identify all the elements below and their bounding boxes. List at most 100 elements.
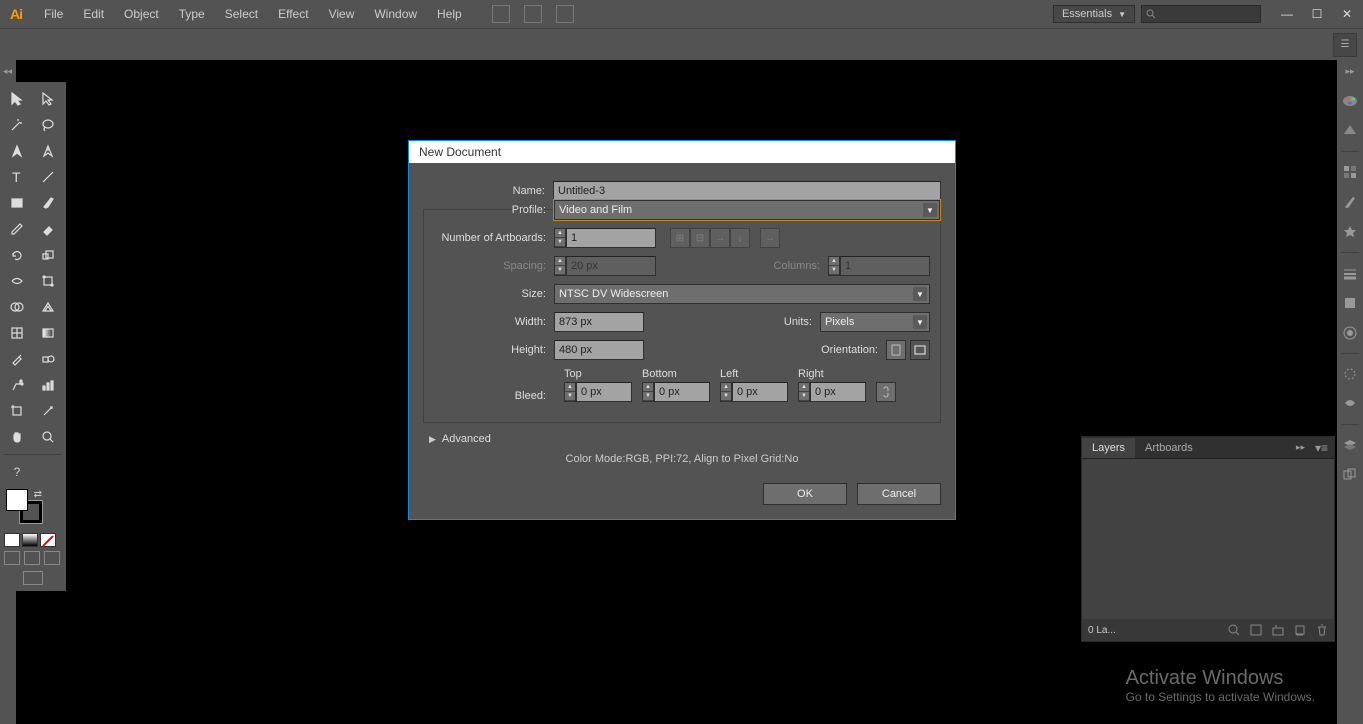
panel-menu-icon[interactable]: ▾≡ bbox=[1309, 441, 1334, 455]
appearance-panel-icon[interactable] bbox=[1340, 323, 1360, 343]
artboards-input[interactable] bbox=[566, 228, 656, 248]
column-graph-tool[interactable] bbox=[35, 374, 61, 396]
bleed-top-stepper[interactable]: ▲▼ bbox=[564, 382, 576, 402]
arrange-row-icon[interactable]: → bbox=[710, 228, 730, 248]
menu-file[interactable]: File bbox=[34, 7, 73, 21]
create-new-layer-icon[interactable] bbox=[1294, 624, 1306, 636]
locate-object-icon[interactable] bbox=[1228, 624, 1240, 636]
gradient-tool[interactable] bbox=[35, 322, 61, 344]
eyedropper-tool[interactable] bbox=[4, 348, 30, 370]
help-tool[interactable]: ? bbox=[4, 461, 30, 483]
eraser-tool[interactable] bbox=[35, 218, 61, 240]
artboards-stepper[interactable]: ▲▼ bbox=[554, 228, 566, 248]
bleed-bottom-input[interactable] bbox=[654, 382, 710, 402]
selection-tool[interactable] bbox=[4, 88, 30, 110]
mesh-tool[interactable] bbox=[4, 322, 30, 344]
spacing-stepper[interactable]: ▲▼ bbox=[554, 256, 566, 276]
advanced-toggle[interactable]: ▶ Advanced bbox=[429, 433, 941, 445]
bleed-right-input[interactable] bbox=[810, 382, 866, 402]
tab-artboards[interactable]: Artboards bbox=[1135, 438, 1203, 458]
tab-layers[interactable]: Layers bbox=[1082, 438, 1135, 458]
window-maximize-button[interactable]: ☐ bbox=[1307, 6, 1327, 22]
brushes-panel-icon[interactable] bbox=[1340, 192, 1360, 212]
control-bar-menu-icon[interactable]: ☰ bbox=[1333, 33, 1357, 57]
magic-wand-tool[interactable] bbox=[4, 114, 30, 136]
create-sublayer-icon[interactable] bbox=[1272, 624, 1284, 636]
menu-effect[interactable]: Effect bbox=[268, 7, 318, 21]
bleed-left-stepper[interactable]: ▲▼ bbox=[720, 382, 732, 402]
window-minimize-button[interactable]: — bbox=[1277, 6, 1297, 22]
ok-button[interactable]: OK bbox=[763, 483, 847, 505]
arrange-col-icon[interactable]: ↓ bbox=[730, 228, 750, 248]
profile-select[interactable]: Video and Film ▼ bbox=[554, 200, 940, 220]
direct-selection-tool[interactable] bbox=[35, 88, 61, 110]
draw-normal-button[interactable] bbox=[4, 551, 20, 565]
gradient-mode-button[interactable] bbox=[22, 533, 38, 547]
bleed-bottom-stepper[interactable]: ▲▼ bbox=[642, 382, 654, 402]
perspective-grid-tool[interactable] bbox=[35, 296, 61, 318]
collapse-dock-icon[interactable]: ◂◂ bbox=[3, 66, 12, 77]
artboard-tool[interactable] bbox=[4, 400, 30, 422]
screen-mode-button[interactable] bbox=[23, 571, 43, 585]
menu-help[interactable]: Help bbox=[427, 7, 472, 21]
link-bleed-icon[interactable] bbox=[876, 382, 896, 402]
sync-settings-icon[interactable] bbox=[556, 5, 574, 23]
line-segment-tool[interactable] bbox=[35, 166, 61, 188]
grid-by-row-icon[interactable]: ⊞ bbox=[670, 228, 690, 248]
columns-stepper[interactable]: ▲▼ bbox=[828, 256, 840, 276]
bleed-left-input[interactable] bbox=[732, 382, 788, 402]
rtl-icon[interactable]: → bbox=[760, 228, 780, 248]
swap-fill-stroke-icon[interactable]: ⇄ bbox=[34, 489, 42, 500]
menu-object[interactable]: Object bbox=[114, 7, 169, 21]
curvature-tool[interactable] bbox=[35, 140, 61, 162]
draw-inside-button[interactable] bbox=[44, 551, 60, 565]
blend-tool[interactable] bbox=[35, 348, 61, 370]
menu-select[interactable]: Select bbox=[215, 7, 268, 21]
width-input[interactable] bbox=[554, 312, 644, 332]
make-clipping-mask-icon[interactable] bbox=[1250, 624, 1262, 636]
units-select[interactable]: Pixels ▼ bbox=[820, 312, 930, 332]
width-tool[interactable] bbox=[4, 270, 30, 292]
pen-tool[interactable] bbox=[4, 140, 30, 162]
lasso-tool[interactable] bbox=[35, 114, 61, 136]
bleed-right-stepper[interactable]: ▲▼ bbox=[798, 382, 810, 402]
size-select[interactable]: NTSC DV Widescreen ▼ bbox=[554, 284, 930, 304]
fill-stroke-swatch[interactable]: ⇄ bbox=[6, 489, 42, 523]
panel-collapse-icon[interactable]: ▸▸ bbox=[1292, 442, 1309, 453]
transparency-panel-icon[interactable] bbox=[1340, 293, 1360, 313]
artboards-panel-icon[interactable] bbox=[1340, 465, 1360, 485]
arrange-documents-icon[interactable] bbox=[524, 5, 542, 23]
name-input[interactable] bbox=[553, 181, 941, 201]
orientation-landscape-button[interactable] bbox=[910, 340, 930, 360]
grid-by-col-icon[interactable]: ⊟ bbox=[690, 228, 710, 248]
workspace-switcher[interactable]: Essentials ▼ bbox=[1053, 5, 1135, 23]
symbols-panel-icon[interactable] bbox=[1340, 222, 1360, 242]
symbol-sprayer-tool[interactable] bbox=[4, 374, 30, 396]
slice-tool[interactable] bbox=[35, 400, 61, 422]
bleed-top-input[interactable] bbox=[576, 382, 632, 402]
shape-builder-tool[interactable] bbox=[4, 296, 30, 318]
color-panel-icon[interactable] bbox=[1340, 91, 1360, 111]
menu-window[interactable]: Window bbox=[364, 7, 427, 21]
menu-type[interactable]: Type bbox=[169, 7, 215, 21]
layers-panel-icon[interactable] bbox=[1340, 435, 1360, 455]
none-mode-button[interactable] bbox=[40, 533, 56, 547]
rotate-tool[interactable] bbox=[4, 244, 30, 266]
type-tool[interactable]: T bbox=[4, 166, 30, 188]
draw-behind-button[interactable] bbox=[24, 551, 40, 565]
search-input[interactable] bbox=[1141, 5, 1261, 23]
fill-swatch[interactable] bbox=[6, 489, 28, 511]
orientation-portrait-button[interactable] bbox=[886, 340, 906, 360]
paintbrush-tool[interactable] bbox=[35, 192, 61, 214]
hand-tool[interactable] bbox=[4, 426, 30, 448]
window-close-button[interactable]: ✕ bbox=[1337, 6, 1357, 22]
zoom-tool[interactable] bbox=[35, 426, 61, 448]
menu-view[interactable]: View bbox=[319, 7, 365, 21]
free-transform-tool[interactable] bbox=[35, 270, 61, 292]
color-guide-panel-icon[interactable] bbox=[1340, 121, 1360, 141]
menu-edit[interactable]: Edit bbox=[73, 7, 114, 21]
scale-tool[interactable] bbox=[35, 244, 61, 266]
libraries-panel-icon[interactable] bbox=[1340, 394, 1360, 414]
cancel-button[interactable]: Cancel bbox=[857, 483, 941, 505]
delete-layer-icon[interactable] bbox=[1316, 624, 1328, 636]
